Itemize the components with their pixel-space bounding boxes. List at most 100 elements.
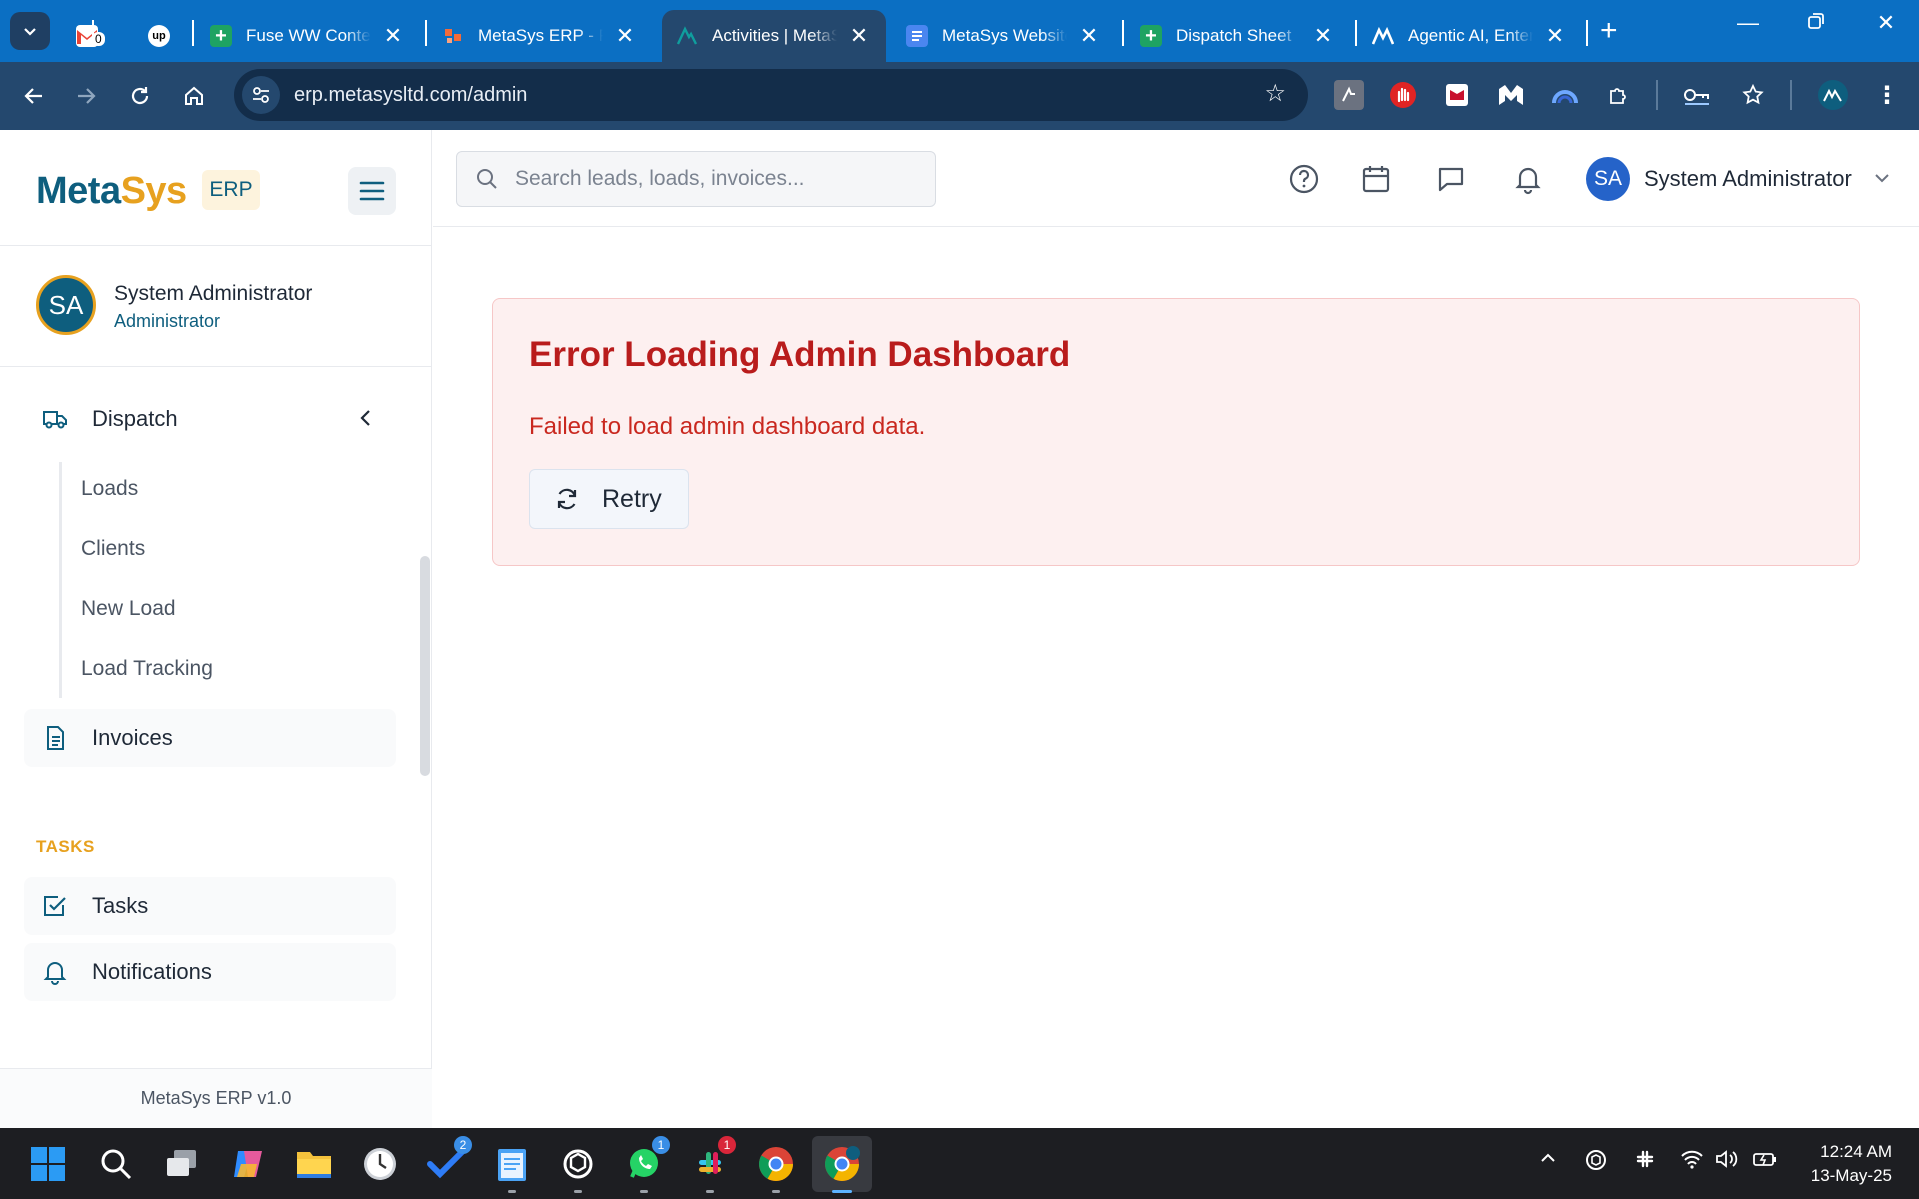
erp-badge: ERP xyxy=(202,170,260,210)
calendar-icon[interactable] xyxy=(1360,163,1392,195)
wifi-icon[interactable] xyxy=(1680,1148,1704,1176)
back-button[interactable] xyxy=(16,78,52,114)
start-button[interactable] xyxy=(26,1142,70,1186)
sheets-icon: + xyxy=(1140,25,1162,47)
tab-separator xyxy=(192,20,194,46)
notepad-app[interactable] xyxy=(490,1142,534,1193)
whatsapp-badge: 1 xyxy=(652,1136,670,1154)
toolbar-separator xyxy=(1790,80,1792,110)
sidebar-subitem-new-load[interactable]: New Load xyxy=(81,597,176,621)
bell-icon[interactable] xyxy=(1512,163,1544,195)
copilot-app[interactable] xyxy=(226,1142,270,1186)
header-user-avatar[interactable]: SA xyxy=(1586,157,1630,201)
malwarebytes-icon[interactable] xyxy=(1496,80,1526,110)
global-search[interactable] xyxy=(456,151,936,207)
sidebar-scrollbar[interactable] xyxy=(420,556,430,776)
tab-upwork[interactable]: up xyxy=(134,10,184,62)
new-tab-button[interactable]: + xyxy=(1600,14,1618,48)
sidebar-toggle-button[interactable] xyxy=(348,167,396,215)
sidebar-item-tasks[interactable]: Tasks xyxy=(24,877,396,935)
whatsapp-app[interactable]: 1 xyxy=(622,1136,670,1193)
rainbow-arc-icon[interactable] xyxy=(1550,80,1580,110)
sidebar-subitem-load-tracking[interactable]: Load Tracking xyxy=(81,657,213,681)
close-window-button[interactable]: ✕ xyxy=(1866,10,1906,36)
taskbar-search-button[interactable] xyxy=(94,1142,138,1186)
volume-icon[interactable] xyxy=(1714,1148,1740,1176)
close-icon[interactable]: ✕ xyxy=(1545,25,1565,47)
extension-1-icon[interactable] xyxy=(1334,80,1364,110)
chrome-app-active[interactable] xyxy=(820,1142,864,1186)
site-info-button[interactable] xyxy=(242,76,280,114)
todo-app[interactable]: 2 xyxy=(424,1136,472,1186)
tab-activities-active[interactable]: Activities | MetaSys ✕ xyxy=(662,10,886,62)
tab-gmail[interactable]: 0 xyxy=(62,10,144,62)
help-icon[interactable] xyxy=(1288,163,1320,195)
close-icon[interactable]: ✕ xyxy=(1313,25,1333,47)
tab-agentic-ai[interactable]: Agentic AI, Enterprise ✕ xyxy=(1358,10,1590,62)
reload-button[interactable] xyxy=(122,78,158,114)
browser-menu-icon[interactable]: ⋮ xyxy=(1872,80,1902,110)
tab-dispatch-sheet[interactable]: + Dispatch Sheet ✕ xyxy=(1126,10,1358,62)
close-icon[interactable]: ✕ xyxy=(383,25,403,47)
retry-button[interactable]: Retry xyxy=(529,469,689,529)
tab-fuse-ww-content[interactable]: + Fuse WW Content ✕ xyxy=(196,10,428,62)
forward-button[interactable] xyxy=(68,78,104,114)
sidebar-divider xyxy=(0,245,432,246)
clock-date: 13-May-25 xyxy=(1810,1166,1892,1185)
tab-search-button[interactable] xyxy=(10,12,50,50)
task-view-button[interactable] xyxy=(160,1142,204,1186)
file-explorer-app[interactable] xyxy=(292,1142,336,1186)
favorites-icon[interactable] xyxy=(1738,80,1768,110)
header-user-name[interactable]: System Administrator xyxy=(1644,166,1852,192)
submenu-guide-line xyxy=(59,462,62,698)
refresh-icon xyxy=(557,488,577,510)
taskbar-clock[interactable]: 12:24 AM 13-May-25 xyxy=(1792,1140,1892,1188)
chrome-app[interactable] xyxy=(754,1142,798,1193)
tab-metasys-erp[interactable]: MetaSys ERP - F ✕ xyxy=(428,10,660,62)
sidebar-user-avatar: SA xyxy=(36,275,96,335)
search-input[interactable] xyxy=(515,167,915,191)
bookmark-star-icon[interactable]: ☆ xyxy=(1264,79,1286,108)
tab-metasys-website[interactable]: MetaSys Website ✕ xyxy=(892,10,1124,62)
chevron-down-icon xyxy=(24,28,36,36)
error-title: Error Loading Admin Dashboard xyxy=(529,335,1071,374)
restore-button[interactable] xyxy=(1796,10,1836,36)
chatgpt-app[interactable] xyxy=(556,1142,600,1193)
sidebar-subitem-loads[interactable]: Loads xyxy=(81,477,138,501)
address-bar[interactable]: erp.metasysltd.com/admin ☆ xyxy=(234,69,1308,121)
home-button[interactable] xyxy=(176,78,212,114)
close-icon[interactable]: ✕ xyxy=(615,25,635,47)
tab-title: MetaSys ERP - F xyxy=(478,26,603,45)
clock-app[interactable] xyxy=(358,1142,402,1186)
chatgpt-icon xyxy=(563,1149,593,1179)
url-text[interactable]: erp.metasysltd.com/admin xyxy=(294,84,527,107)
tab-separator xyxy=(1122,20,1124,46)
profile-avatar-icon[interactable] xyxy=(1818,80,1848,110)
reload-icon xyxy=(131,87,149,105)
sidebar-user-role: Administrator xyxy=(114,311,221,331)
tray-chatgpt-icon[interactable] xyxy=(1584,1148,1608,1178)
sidebar-item-notifications[interactable]: Notifications xyxy=(24,943,396,1001)
chrome-icon xyxy=(759,1147,793,1181)
tray-slack-icon[interactable] xyxy=(1634,1148,1656,1176)
restore-icon xyxy=(1808,13,1824,29)
show-hidden-icons-button[interactable] xyxy=(1538,1148,1558,1174)
brand-logo[interactable]: MetaSys xyxy=(36,170,187,213)
password-key-icon[interactable] xyxy=(1682,80,1712,110)
sidebar-item-invoices[interactable]: Invoices xyxy=(24,709,396,767)
metasys-mountain-icon xyxy=(676,25,698,47)
adblock-hand-icon[interactable] xyxy=(1388,80,1418,110)
extensions-puzzle-icon[interactable] xyxy=(1604,80,1634,110)
slack-app[interactable]: 1 xyxy=(688,1136,736,1193)
sidebar-item-dispatch[interactable]: Dispatch xyxy=(24,390,396,448)
chat-icon[interactable] xyxy=(1435,163,1467,195)
battery-icon[interactable] xyxy=(1752,1148,1778,1176)
chevron-down-icon[interactable] xyxy=(1873,170,1891,186)
chevron-left-icon[interactable] xyxy=(356,407,376,429)
minimize-button[interactable]: — xyxy=(1728,10,1768,36)
mcafee-icon[interactable] xyxy=(1442,80,1472,110)
close-icon[interactable]: ✕ xyxy=(1079,25,1099,47)
close-icon[interactable]: ✕ xyxy=(849,25,869,47)
sidebar-subitem-clients[interactable]: Clients xyxy=(81,537,145,561)
task-view-icon xyxy=(167,1150,196,1176)
